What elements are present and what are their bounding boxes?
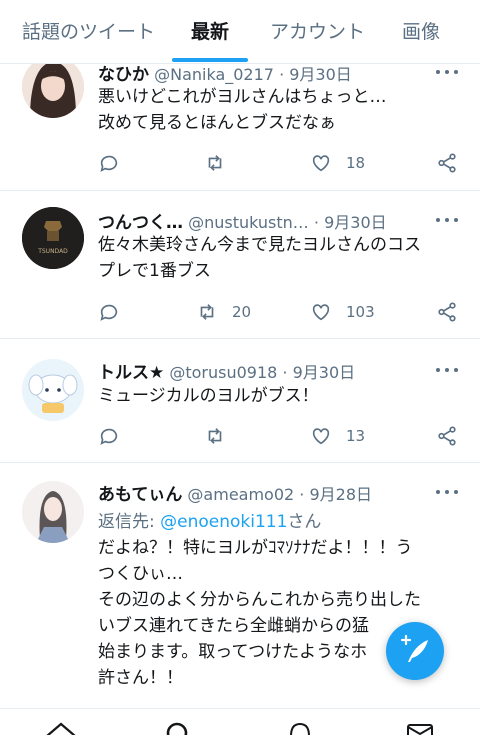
bottom-navigation	[0, 708, 480, 735]
share-button[interactable]	[436, 299, 458, 325]
tab-popular[interactable]: 話題のツイート	[22, 17, 155, 44]
share-icon	[438, 426, 456, 446]
notifications-icon[interactable]	[287, 721, 313, 735]
active-tab-indicator	[172, 58, 248, 62]
avatar-logo-text: TSUNDAD	[37, 248, 68, 255]
more-options-icon[interactable]	[436, 68, 460, 76]
compose-tweet-button[interactable]	[386, 622, 444, 680]
tweet-header: トルス★ @torusu0918 · 9月30日	[98, 363, 356, 383]
user-handle: @nustukustn…	[188, 213, 309, 232]
retweet-icon	[208, 155, 222, 171]
share-button[interactable]	[436, 423, 458, 449]
home-icon[interactable]	[45, 721, 77, 735]
share-button[interactable]	[436, 150, 458, 176]
tweet-text-line: ミュージカルのヨルがブス！	[98, 386, 319, 406]
tab-latest[interactable]: 最新	[191, 17, 229, 44]
tweet-actions: 18	[98, 150, 458, 176]
display-name[interactable]: つんつく…	[98, 213, 183, 233]
mention-link[interactable]: @enoenoki111	[160, 512, 287, 532]
like-button[interactable]: 13	[310, 423, 365, 449]
retweet-icon	[208, 428, 222, 444]
tweet-date: 9月30日	[324, 213, 387, 232]
tweet-text-line: 佐々木美玲さん今まで見たヨルさんのコス	[98, 235, 421, 255]
tweet[interactable]: トルス★ @torusu0918 · 9月30日 ミュージカルのヨルがブス！ 1…	[0, 339, 480, 463]
tweet-text-line: 悪いけどこれがヨルさんはちょっと…	[98, 87, 387, 107]
reply-icon	[100, 155, 118, 172]
tweet-text: ミュージカルのヨルがブス！	[98, 383, 458, 409]
tweet-header: なひか @Nanika_0217 · 9月30日	[98, 65, 352, 85]
retweet-button[interactable]	[204, 150, 226, 176]
display-name[interactable]: あもてぃん	[98, 485, 182, 505]
search-icon[interactable]	[165, 721, 191, 735]
tweet-text-line: つくひぃ…	[98, 564, 183, 584]
tweet-text: 佐々木美玲さん今まで見たヨルさんのコス プレで1番ブス	[98, 232, 458, 284]
reply-button[interactable]	[98, 299, 120, 325]
display-name[interactable]: なひか	[98, 65, 149, 85]
tweet-date: 9月28日	[309, 485, 373, 504]
tweet-text-line: その辺のよく分からんこれから売り出した	[98, 590, 421, 610]
tweet[interactable]: TSUNDAD つんつく… @nustukustn… · 9月30日 佐々木美玲…	[0, 191, 480, 339]
retweet-button[interactable]	[204, 423, 226, 449]
messages-icon[interactable]	[405, 721, 435, 735]
tweet-text-line: プレで1番ブス	[98, 261, 211, 281]
retweet-icon	[200, 304, 214, 320]
retweet-count: 20	[232, 303, 252, 321]
like-button[interactable]: 103	[310, 299, 375, 325]
tweet-date: 9月30日	[289, 65, 352, 84]
heart-icon	[312, 155, 330, 172]
avatar[interactable]: TSUNDAD	[22, 207, 84, 269]
tweet-text-line: だよね？！特にヨルがｺﾏｿﾅﾅだよ！！！う	[98, 538, 413, 558]
tweet-actions: 20 103	[98, 299, 458, 325]
tweet-header: あもてぃん @ameamo02 · 9月28日	[98, 485, 373, 505]
avatar[interactable]	[22, 481, 84, 543]
like-count: 18	[346, 154, 366, 172]
tweet-text: 悪いけどこれがヨルさんはちょっと… 改めて見るとほんとブスだなぁ	[98, 84, 458, 136]
search-tabs: 話題のツイート 最新 アカウント 画像	[0, 0, 480, 64]
tweet-header: つんつく… @nustukustn… · 9月30日	[98, 213, 387, 233]
reply-button[interactable]	[98, 150, 120, 176]
heart-icon	[312, 428, 330, 445]
user-handle: @Nanika_0217	[154, 65, 274, 84]
reply-icon	[100, 428, 118, 445]
tweet[interactable]: なひか @Nanika_0217 · 9月30日 悪いけどこれがヨルさんはちょっ…	[0, 64, 480, 191]
more-options-icon[interactable]	[436, 366, 460, 374]
reply-button[interactable]	[98, 423, 120, 449]
share-icon	[438, 302, 456, 322]
share-icon	[438, 153, 456, 173]
avatar[interactable]	[22, 64, 84, 118]
like-count: 103	[346, 303, 375, 321]
tweet-date: 9月30日	[292, 363, 356, 382]
tweet-text-line: 改めて見るとほんとブスだなぁ	[98, 113, 336, 133]
display-name[interactable]: トルス★	[98, 363, 164, 383]
more-options-icon[interactable]	[436, 216, 460, 224]
reply-icon	[100, 304, 118, 321]
user-handle: @ameamo02	[187, 485, 295, 504]
more-options-icon[interactable]	[436, 488, 460, 496]
like-count: 13	[346, 427, 366, 445]
heart-icon	[312, 304, 330, 321]
avatar[interactable]	[22, 359, 84, 421]
tab-accounts[interactable]: アカウント	[270, 17, 365, 44]
like-button[interactable]: 18	[310, 150, 365, 176]
retweet-button[interactable]: 20	[196, 299, 251, 325]
tab-images[interactable]: 画像	[402, 17, 440, 44]
user-handle: @torusu0918	[169, 363, 278, 382]
tweet-actions: 13	[98, 423, 458, 449]
compose-icon	[400, 634, 428, 662]
reply-context: 返信先: @enoenoki111さん	[98, 512, 322, 532]
